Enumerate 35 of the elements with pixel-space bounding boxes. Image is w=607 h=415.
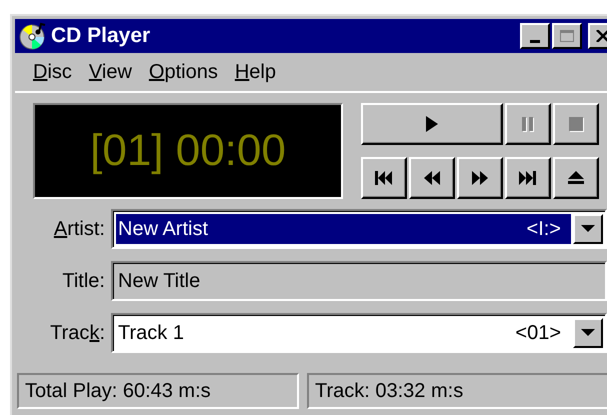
dropdown-button[interactable] (573, 214, 603, 244)
dropdown-arrow-icon (581, 329, 595, 337)
fast-forward-button[interactable] (457, 157, 503, 199)
menu-item[interactable]: Help (228, 60, 287, 84)
play-button[interactable] (361, 103, 503, 145)
field-tag: <I:> (526, 218, 561, 240)
field-tag: <01> (515, 322, 561, 344)
minimize-button[interactable] (520, 23, 550, 49)
menu-item[interactable]: Disc (27, 60, 83, 84)
stop-button[interactable] (553, 103, 599, 145)
pause-button[interactable] (505, 103, 551, 145)
status-panel: Track: 03:32 m:s (307, 373, 607, 409)
dropdown-button[interactable] (573, 318, 603, 348)
dropdown-arrow-icon (581, 225, 595, 233)
next-track-button[interactable] (505, 157, 551, 199)
menu-item[interactable]: Options (142, 60, 229, 84)
text-field[interactable]: New Title (111, 261, 607, 301)
field-value: New Artist (118, 218, 208, 240)
rewind-button[interactable] (409, 157, 455, 199)
field-value: Track 1 (118, 322, 184, 344)
dropdown[interactable]: New Artist <I:> (111, 209, 607, 249)
dropdown[interactable]: Track 1 <01> (111, 313, 607, 353)
field-label: Track: (49, 322, 105, 344)
maximize-icon (560, 30, 574, 42)
field-label: Artist: (52, 218, 105, 240)
track-time: [01] 00:00 (90, 126, 286, 176)
minimize-icon (530, 40, 540, 42)
previous-track-button[interactable] (361, 157, 407, 199)
field-label: Title: (61, 270, 105, 292)
eject-button[interactable] (553, 157, 599, 199)
close-icon (596, 30, 607, 42)
menu-item[interactable]: View (82, 60, 143, 84)
status-panel: Total Play: 60:43 m:s (17, 373, 299, 409)
cd-icon (19, 22, 47, 50)
window-title: CD Player (51, 24, 150, 48)
